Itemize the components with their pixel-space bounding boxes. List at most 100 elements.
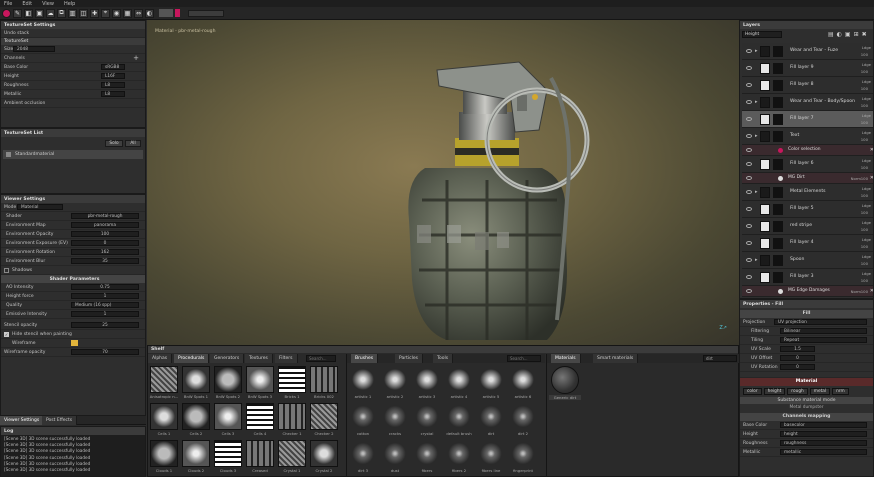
size-select[interactable]: 2048 <box>13 46 55 52</box>
tab-textures[interactable]: Textures <box>245 354 273 363</box>
layer-row[interactable]: MG Dirt Norm 100 ✕ <box>742 173 873 184</box>
projection-tool-icon[interactable]: ▣ <box>35 8 44 18</box>
tab-brushes[interactable]: Brushes <box>351 354 379 363</box>
brush-thumbnail[interactable] <box>349 403 377 430</box>
brush-thumbnail[interactable] <box>477 440 505 467</box>
blend-mode[interactable]: Norm <box>851 176 861 181</box>
blend-mode[interactable]: Ldge <box>862 62 871 67</box>
shadows-checkbox[interactable] <box>4 267 9 273</box>
tab-materials[interactable]: Materials <box>551 354 581 363</box>
brush-thumbnail[interactable] <box>413 403 441 430</box>
layer-row[interactable]: ▸ Spoon Ldge 100 <box>742 252 873 269</box>
layer-row[interactable]: Fill layer 7 Ldge 100 <box>742 111 873 128</box>
smudge-tool-icon[interactable]: ☁ <box>46 8 55 18</box>
procedural-thumbnail[interactable] <box>310 366 338 393</box>
procedural-thumbnail[interactable] <box>214 440 242 467</box>
visibility-eye-icon[interactable] <box>746 100 752 104</box>
visibility-eye-icon[interactable] <box>746 241 752 245</box>
procedural-thumbnail[interactable] <box>310 440 338 467</box>
blend-mode[interactable]: Norm <box>851 289 861 294</box>
display-tool-icon[interactable]: ◐ <box>145 8 154 18</box>
brush-thumbnail[interactable] <box>509 440 537 467</box>
procedural-thumbnail[interactable] <box>182 366 210 393</box>
blend-mode[interactable]: Ldge <box>862 96 871 101</box>
brush-thumbnail[interactable] <box>381 403 409 430</box>
channel-metal-button[interactable]: metal <box>809 388 831 395</box>
layer-row[interactable]: ▸ Metal Elements Ldge 100 <box>742 184 873 201</box>
layer-opacity[interactable]: 100 <box>861 244 868 249</box>
wireframe-color-swatch[interactable] <box>71 340 78 346</box>
brush-thumbnail[interactable] <box>413 366 441 393</box>
layer-row[interactable]: Fill layer 9 Ldge 100 <box>742 60 873 77</box>
blend-mode[interactable]: Ldge <box>862 237 871 242</box>
layer-opacity[interactable]: 100 <box>861 165 868 170</box>
visibility-eye-icon[interactable] <box>746 275 752 279</box>
material-thumbnail[interactable] <box>551 366 579 394</box>
layer-opacity[interactable]: 100 <box>861 278 868 283</box>
visibility-eye-icon[interactable] <box>746 207 752 211</box>
channel-nrm-button[interactable]: nrm <box>832 388 849 395</box>
layer-row[interactable]: Color selection ✕ <box>742 145 873 156</box>
select-tool-icon[interactable]: ⌖ <box>101 8 110 18</box>
layer-opacity[interactable]: 100 <box>861 120 868 125</box>
toolbar-field[interactable] <box>188 9 224 17</box>
visibility-eye-icon[interactable] <box>746 134 752 138</box>
brush-thumbnail[interactable] <box>509 403 537 430</box>
procedural-thumbnail[interactable] <box>310 403 338 430</box>
layer-opacity[interactable]: 100 <box>861 103 868 108</box>
visibility-eye-icon[interactable] <box>746 176 752 180</box>
brush-thumbnail[interactable] <box>381 440 409 467</box>
menu-view[interactable]: View <box>42 1 54 7</box>
blend-mode[interactable]: Ldge <box>862 186 871 191</box>
visibility-eye-icon[interactable] <box>746 148 752 152</box>
procedural-thumbnail[interactable] <box>214 366 242 393</box>
layer-opacity[interactable]: 100 <box>861 86 868 91</box>
procedural-thumbnail[interactable] <box>182 440 210 467</box>
brush-search-input[interactable]: Search... <box>507 355 541 362</box>
remove-effect-icon[interactable]: ✕ <box>870 147 873 153</box>
procedural-thumbnail[interactable] <box>150 366 178 393</box>
substance-value[interactable]: Metal dumpster <box>740 404 873 411</box>
remove-effect-icon[interactable]: ✕ <box>870 288 873 294</box>
blend-mode[interactable]: Ldge <box>862 130 871 135</box>
visibility-eye-icon[interactable] <box>746 224 752 228</box>
layer-row[interactable]: Fill layer 5 Ldge 100 <box>742 201 873 218</box>
mode-select[interactable]: Material <box>17 204 63 210</box>
material-search-input[interactable]: dirt <box>703 355 737 362</box>
channel-height-button[interactable]: height <box>763 388 786 395</box>
layer-opacity[interactable]: 100 <box>861 193 868 198</box>
layer-opacity[interactable]: 100 <box>861 227 868 232</box>
layer-opacity[interactable]: 100 <box>861 210 868 215</box>
procedural-thumbnail[interactable] <box>278 366 306 393</box>
picker-tool-icon[interactable]: ✚ <box>90 8 99 18</box>
brush-thumbnail[interactable] <box>477 403 505 430</box>
channel-rough-button[interactable]: rough <box>787 388 808 395</box>
procedural-thumbnail[interactable] <box>278 403 306 430</box>
brush-thumbnail[interactable] <box>349 366 377 393</box>
fill-tool-icon[interactable]: ▥ <box>68 8 77 18</box>
menu-edit[interactable]: Edit <box>22 1 32 7</box>
undo-stack-row[interactable]: Undo stack <box>1 29 145 38</box>
visibility-eye-icon[interactable] <box>746 162 752 166</box>
visibility-eye-icon[interactable] <box>746 258 752 262</box>
blend-mode[interactable]: Ldge <box>862 271 871 276</box>
tab-generators[interactable]: Generators <box>210 354 245 363</box>
layer-opacity[interactable]: 100 <box>861 289 868 294</box>
procedural-thumbnail[interactable] <box>182 403 210 430</box>
layer-opacity[interactable]: 100 <box>861 52 868 57</box>
layer-opacity[interactable]: 100 <box>861 69 868 74</box>
procedural-thumbnail[interactable] <box>278 440 306 467</box>
blend-mode[interactable]: Ldge <box>862 158 871 163</box>
brush-thumbnail[interactable] <box>413 440 441 467</box>
menu-help[interactable]: Help <box>64 1 75 7</box>
tab-viewer-settings[interactable]: Viewer Settings <box>0 416 45 425</box>
blend-mode[interactable]: Ldge <box>862 113 871 118</box>
procedural-thumbnail[interactable] <box>246 403 274 430</box>
layer-row[interactable]: ▸ Text Ldge 100 <box>742 128 873 145</box>
brush-thumbnail[interactable] <box>445 403 473 430</box>
brush-thumbnail[interactable] <box>445 366 473 393</box>
visibility-eye-icon[interactable] <box>746 289 752 293</box>
procedural-search-input[interactable]: Search... <box>306 355 336 362</box>
layer-opacity[interactable]: 100 <box>861 261 868 266</box>
layer-opacity[interactable]: 100 <box>861 176 868 181</box>
